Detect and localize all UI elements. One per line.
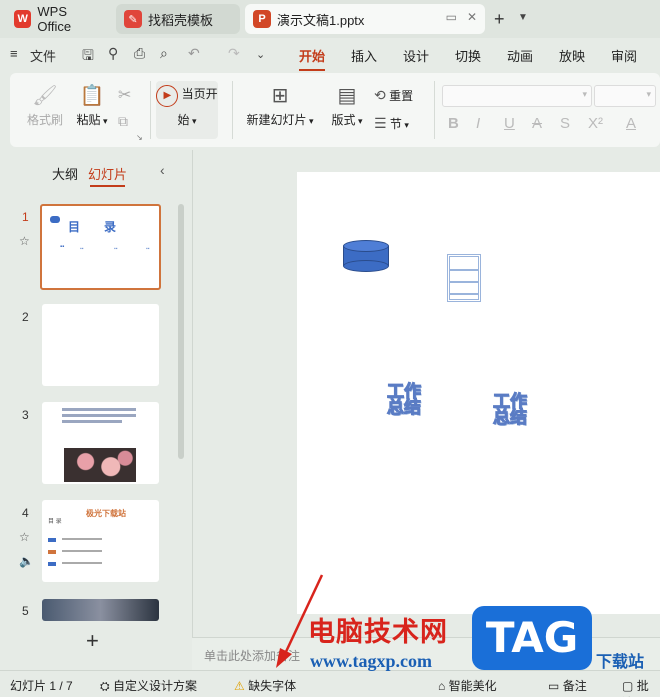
watermark-tag-logo: TAG xyxy=(472,606,592,670)
watermark-url: www.tagxp.com xyxy=(310,651,432,671)
watermark-download: 下载站 xyxy=(596,654,645,671)
watermark-site-name: 电脑技术网 xyxy=(308,617,448,648)
red-arrow-annotation xyxy=(276,574,324,668)
